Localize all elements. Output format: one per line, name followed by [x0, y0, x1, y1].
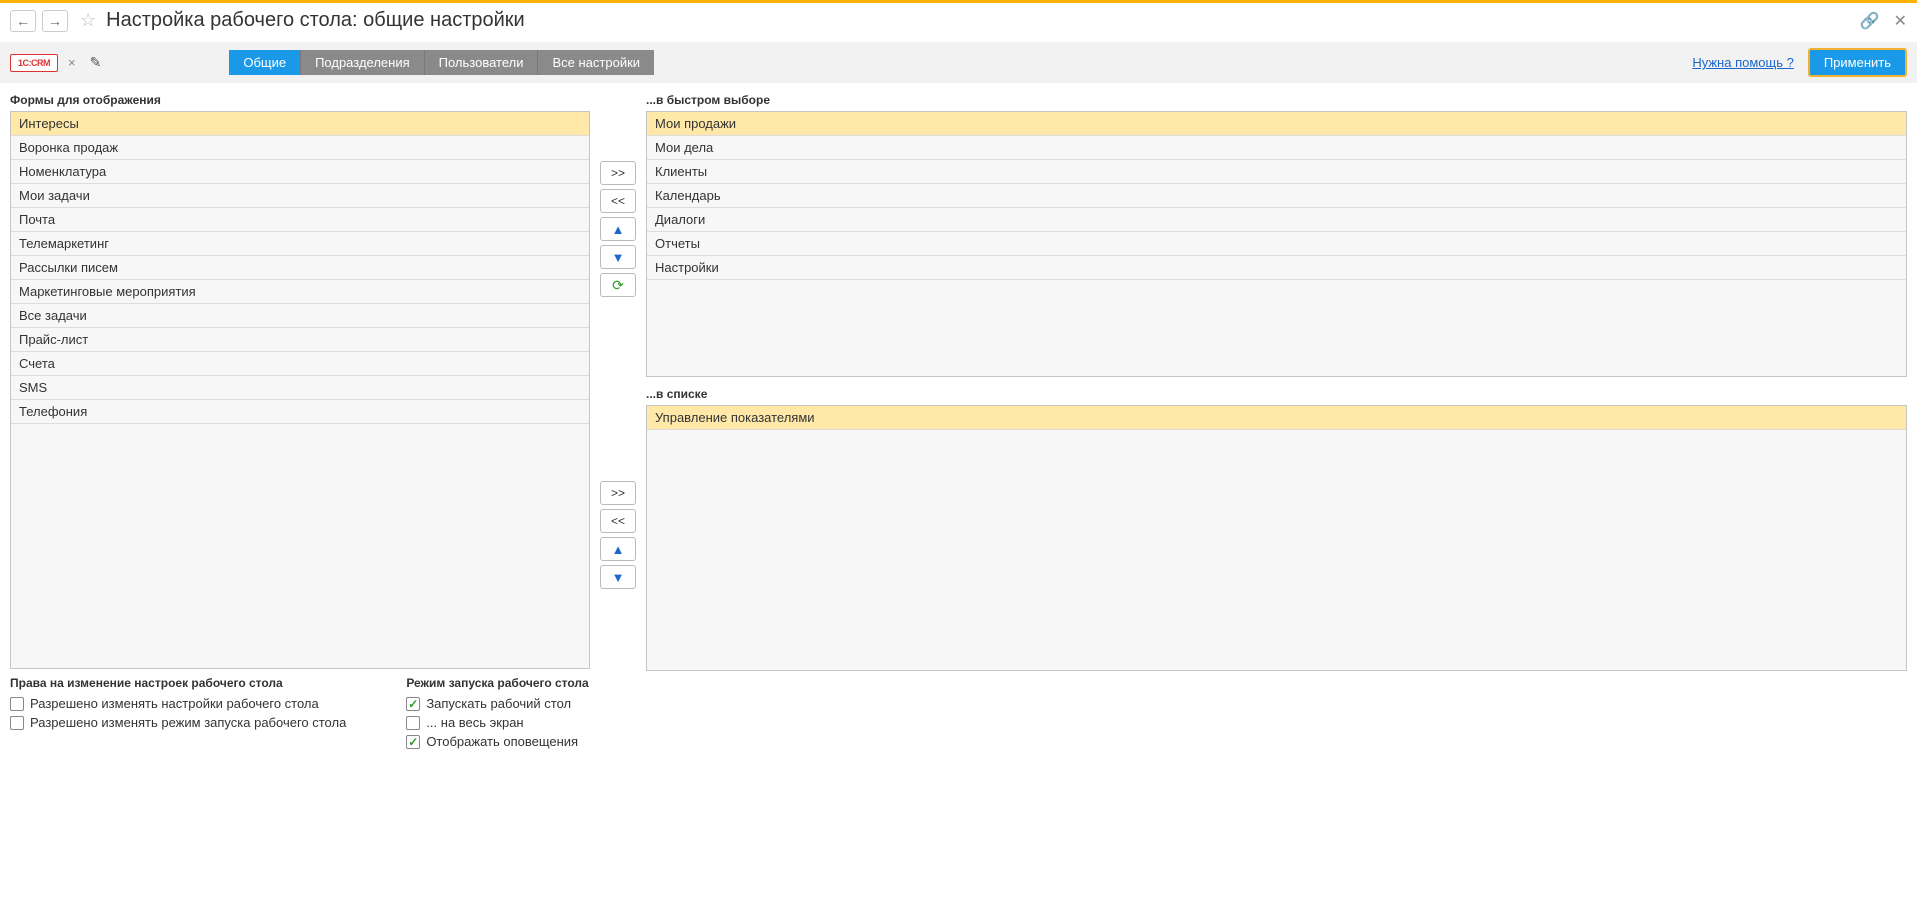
left-list-item[interactable]: Прайс-лист [11, 328, 589, 352]
right-bottom-list-item[interactable]: Управление показателями [647, 406, 1906, 430]
right-bottom-list[interactable]: Управление показателями [646, 405, 1907, 671]
logo-close-icon[interactable]: × [68, 55, 76, 70]
left-list[interactable]: ИнтересыВоронка продажНоменклатураМои за… [10, 111, 590, 669]
mode-group: Режим запуска рабочего стола Запускать р… [406, 676, 588, 751]
rights-checkbox[interactable] [10, 716, 24, 730]
mode-row: ... на весь экран [406, 713, 588, 732]
link-icon[interactable]: 🔗 [1860, 11, 1880, 31]
left-list-item[interactable]: Счета [11, 352, 589, 376]
left-list-item[interactable]: Почта [11, 208, 589, 232]
tab-2[interactable]: Пользователи [425, 50, 539, 75]
mode-checkbox[interactable] [406, 735, 420, 749]
rights-row: Разрешено изменять настройки рабочего ст… [10, 694, 346, 713]
right-top-list-label: ...в быстром выборе [646, 89, 1907, 111]
page-title: Настройка рабочего стола: общие настройк… [106, 9, 525, 32]
left-list-item[interactable]: Воронка продаж [11, 136, 589, 160]
move-down-top-button[interactable]: ▼ [600, 245, 636, 269]
right-top-list-item[interactable]: Мои дела [647, 136, 1906, 160]
left-list-item[interactable]: Маркетинговые мероприятия [11, 280, 589, 304]
mode-row: Отображать оповещения [406, 732, 588, 751]
left-list-item[interactable]: Интересы [11, 112, 589, 136]
rights-group: Права на изменение настроек рабочего сто… [10, 676, 346, 751]
tab-1[interactable]: Подразделения [301, 50, 425, 75]
rights-row: Разрешено изменять режим запуска рабочег… [10, 713, 346, 732]
mode-label: Отображать оповещения [426, 734, 578, 749]
back-button[interactable]: ← [10, 10, 36, 32]
right-top-list-item[interactable]: Клиенты [647, 160, 1906, 184]
edit-icon[interactable]: ✎ [90, 54, 102, 71]
mode-label: ... на весь экран [426, 715, 523, 730]
left-list-item[interactable]: Телефония [11, 400, 589, 424]
add-to-bottom-button[interactable]: >> [600, 481, 636, 505]
toolbar: 1С:CRM × ✎ ОбщиеПодразделенияПользовател… [0, 42, 1917, 83]
left-list-item[interactable]: Рассылки писем [11, 256, 589, 280]
right-top-list-item[interactable]: Настройки [647, 256, 1906, 280]
tab-bar: ОбщиеПодразделенияПользователиВсе настро… [229, 50, 654, 75]
left-list-label: Формы для отображения [10, 89, 590, 111]
rights-title: Права на изменение настроек рабочего сто… [10, 676, 346, 694]
mode-row: Запускать рабочий стол [406, 694, 588, 713]
tab-3[interactable]: Все настройки [538, 50, 654, 75]
move-down-bottom-button[interactable]: ▼ [600, 565, 636, 589]
move-up-top-button[interactable]: ▲ [600, 217, 636, 241]
rights-checkbox[interactable] [10, 697, 24, 711]
left-list-item[interactable]: Все задачи [11, 304, 589, 328]
right-top-list[interactable]: Мои продажиМои делаКлиентыКалендарьДиало… [646, 111, 1907, 377]
left-list-item[interactable]: Мои задачи [11, 184, 589, 208]
rights-label: Разрешено изменять режим запуска рабочег… [30, 715, 346, 730]
close-icon[interactable]: ✕ [1894, 11, 1907, 31]
reset-top-button[interactable]: ⟳ [600, 273, 636, 297]
help-link[interactable]: Нужна помощь ? [1692, 55, 1794, 70]
rights-label: Разрешено изменять настройки рабочего ст… [30, 696, 319, 711]
left-list-item[interactable]: SMS [11, 376, 589, 400]
mode-checkbox[interactable] [406, 697, 420, 711]
add-to-top-button[interactable]: >> [600, 161, 636, 185]
left-list-item[interactable]: Телемаркетинг [11, 232, 589, 256]
forward-button[interactable]: → [42, 10, 68, 32]
favorite-star-icon[interactable]: ☆ [80, 10, 96, 31]
mode-label: Запускать рабочий стол [426, 696, 571, 711]
right-top-list-item[interactable]: Диалоги [647, 208, 1906, 232]
right-top-list-item[interactable]: Мои продажи [647, 112, 1906, 136]
tab-0[interactable]: Общие [229, 50, 301, 75]
remove-from-top-button[interactable]: << [600, 189, 636, 213]
mode-checkbox[interactable] [406, 716, 420, 730]
mode-title: Режим запуска рабочего стола [406, 676, 588, 694]
right-top-list-item[interactable]: Календарь [647, 184, 1906, 208]
app-logo: 1С:CRM [10, 54, 58, 72]
right-top-list-item[interactable]: Отчеты [647, 232, 1906, 256]
title-bar: ← → ☆ Настройка рабочего стола: общие на… [0, 3, 1917, 42]
apply-button[interactable]: Применить [1808, 48, 1907, 77]
left-list-item[interactable]: Номенклатура [11, 160, 589, 184]
remove-from-bottom-button[interactable]: << [600, 509, 636, 533]
right-bottom-list-label: ...в списке [646, 383, 1907, 405]
move-up-bottom-button[interactable]: ▲ [600, 537, 636, 561]
